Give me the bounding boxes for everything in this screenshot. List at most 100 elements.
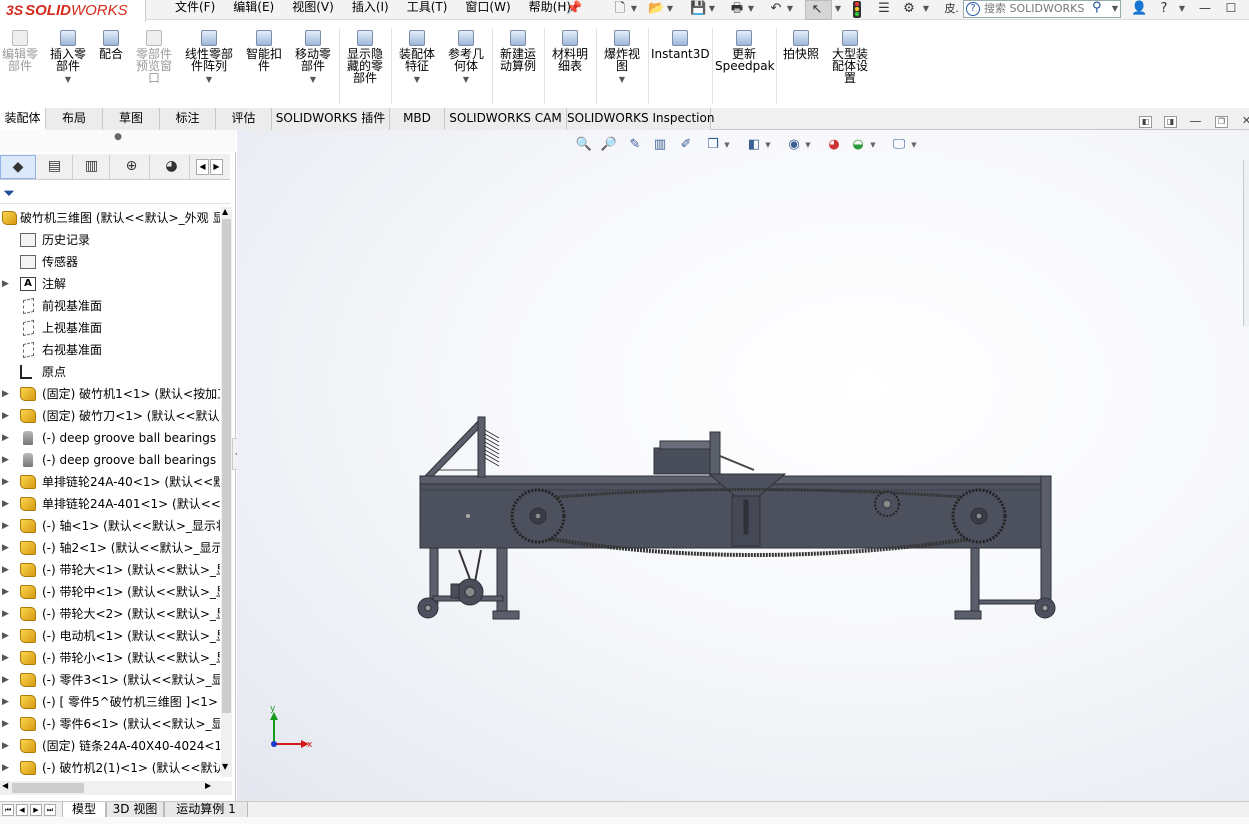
help-icon[interactable]: ? [1156,0,1172,19]
tree-item[interactable]: ▶ 单排链轮24A-40<1> (默认<<默 [0,471,220,493]
expand-arrow-icon[interactable]: ▶ [2,713,9,735]
expand-arrow-icon[interactable]: ▶ [2,405,9,427]
pin-menu-icon[interactable]: 📌 [566,1,582,16]
panel-grip[interactable]: ● [0,130,236,152]
doc-minimize-icon[interactable]: — [1189,115,1202,128]
tab-mbd[interactable]: MBD [390,108,445,130]
bom-button[interactable]: 材料明 细表 [547,30,593,72]
undo-dropdown-icon[interactable]: ▼ [786,0,794,19]
filter-icon[interactable]: ⏷ [3,184,15,202]
expand-arrow-icon[interactable]: ▶ [2,273,9,295]
view-settings-icon[interactable]: 🖵 [890,136,908,154]
scene-dropdown-icon[interactable]: ▼ [869,136,877,154]
hscroll-thumb[interactable] [12,783,84,793]
reference-geometry-button[interactable]: 参考几 何体 ▼ [443,30,489,86]
expand-arrow-icon[interactable]: ▶ [2,603,9,625]
select-button[interactable]: ↖ [805,0,832,20]
tree-item[interactable]: ▶ (-) [ 零件5^破竹机三维图 ]<1> [0,691,220,713]
tile-right-icon[interactable]: ◨ [1164,116,1177,128]
select-dropdown-icon[interactable]: ▼ [834,0,842,19]
new-doc-icon[interactable]: 🗋 [612,0,628,19]
expand-arrow-icon[interactable]: ▶ [2,691,9,713]
tab-layout[interactable]: 布局 [46,108,103,130]
save-dropdown-icon[interactable]: ▼ [708,0,716,19]
smart-fasteners-button[interactable]: 智能扣 件 [242,30,286,72]
tab-assembly[interactable]: 装配体 [0,108,46,130]
prev-tab-icon[interactable]: ◀ [16,804,28,816]
preview-window-button[interactable]: 零部件 预览窗 口 [132,30,176,84]
edit-component-button[interactable]: 编辑零 部件 [0,30,40,72]
view-orientation-icon[interactable]: ❒ [704,136,722,154]
tree-item[interactable]: ▶ A 注解 [0,273,220,295]
doc-restore-icon[interactable]: ❐ [1215,116,1228,128]
tree-item[interactable]: ▶ (固定) 链条24A-40X40-4024<1 [0,735,220,757]
view-settings-dropdown-icon[interactable]: ▼ [910,136,918,154]
expand-arrow-icon[interactable]: ▶ [2,537,9,559]
tree-item[interactable]: ▶ (-) 轴2<1> (默认<<默认>_显示 [0,537,220,559]
open-icon[interactable]: 📂 [648,0,664,19]
first-tab-icon[interactable]: ⏮ [2,804,14,816]
expand-arrow-icon[interactable]: ▶ [2,427,9,449]
tile-left-icon[interactable]: ◧ [1139,116,1152,128]
zoom-area-icon[interactable]: 🔎 [600,136,618,154]
hide-show-dropdown-icon[interactable]: ▼ [804,136,812,154]
tab-evaluate[interactable]: 评估 [216,108,272,130]
property-manager-icon[interactable]: ▤ [37,155,73,179]
minimize-icon[interactable]: — [1196,0,1214,18]
help-dropdown-icon[interactable]: ▼ [1178,0,1186,19]
tab-inspection[interactable]: SOLIDWORKS Inspection [567,108,714,130]
expand-arrow-icon[interactable]: ▶ [2,383,9,405]
tree-item[interactable]: ▶ (-) 带轮小<1> (默认<<默认>_显 [0,647,220,669]
tree-item[interactable]: ▶ (-) 破竹机2(1)<1> (默认<<默认 [0,757,220,777]
tree-item[interactable]: 上视基准面 [0,317,220,339]
dimxpert-icon[interactable]: ⊕ [114,155,150,179]
chevron-down-icon[interactable]: ▼ [290,74,336,86]
insert-component-button[interactable]: 插入零 部件 ▼ [46,30,90,86]
menu-window[interactable]: 窗口(W) [456,0,519,20]
chevron-down-icon[interactable]: ▼ [46,74,90,86]
tree-item[interactable]: ▶ (-) 零件3<1> (默认<<默认>_显 [0,669,220,691]
display-manager-icon[interactable]: ◕ [154,155,190,179]
expand-arrow-icon[interactable]: ▶ [2,559,9,581]
menu-view[interactable]: 视图(V) [283,0,343,20]
section-view-icon[interactable]: ▥ [651,136,669,154]
graphics-area[interactable]: y x [237,130,1249,802]
panel-scroll-left-icon[interactable]: ◀ [196,159,209,175]
move-component-button[interactable]: 移动零 部件 ▼ [290,30,336,86]
tree-item[interactable]: ▶ 单排链轮24A-401<1> (默认<<默 [0,493,220,515]
previous-view-icon[interactable]: ✎ [626,136,644,154]
panel-scroll-right-icon[interactable]: ▶ [210,159,223,175]
mate-button[interactable]: 配合 [94,30,128,60]
expand-arrow-icon[interactable]: ▶ [2,669,9,691]
expand-arrow-icon[interactable]: ▶ [2,493,9,515]
expand-arrow-icon[interactable]: ▶ [2,449,9,471]
options-icon[interactable]: ⚙ [901,0,917,19]
tree-item[interactable]: ▶ (-) 带轮大<1> (默认<<默认>_显 [0,559,220,581]
exploded-view-button[interactable]: 爆炸视 图 ▼ [599,30,645,86]
maximize-icon[interactable]: ☐ [1222,0,1240,18]
solidworks-logo[interactable]: 3S SOLIDWORKS [0,0,146,22]
options-dropdown-icon[interactable]: ▼ [922,0,930,19]
chevron-down-icon[interactable]: ▼ [443,74,489,86]
tab-markup[interactable]: 标注 [160,108,216,130]
expand-arrow-icon[interactable]: ▶ [2,581,9,603]
expand-arrow-icon[interactable]: ▶ [2,647,9,669]
tree-item[interactable]: ▶ (-) deep groove ball bearings [0,449,220,471]
scroll-right-icon[interactable]: ▶ [205,781,211,790]
tree-item[interactable]: ▶ (-) 带轮中<1> (默认<<默认>_显 [0,581,220,603]
doc-close-icon[interactable]: ✕ [1240,115,1249,128]
menu-tools[interactable]: 工具(T) [398,0,457,20]
scroll-left-icon[interactable]: ◀ [2,781,8,790]
rebuild-icon[interactable] [853,1,861,18]
print-icon[interactable]: 🖶 [729,0,745,19]
chevron-down-icon[interactable]: ▼ [394,74,440,86]
apply-scene-icon[interactable]: ◒ [849,136,867,154]
scroll-down-icon[interactable]: ▼ [222,762,228,771]
tab-sketch[interactable]: 草图 [103,108,160,130]
edit-appearance-icon[interactable]: ◕ [825,136,843,154]
chevron-down-icon[interactable]: ▼ [599,74,645,86]
tree-item[interactable]: 原点 [0,361,220,383]
orientation-dropdown-icon[interactable]: ▼ [723,136,731,154]
tree-item[interactable]: ▶ (固定) 破竹刀<1> (默认<<默认>_ [0,405,220,427]
tree-item[interactable]: 右视基准面 [0,339,220,361]
